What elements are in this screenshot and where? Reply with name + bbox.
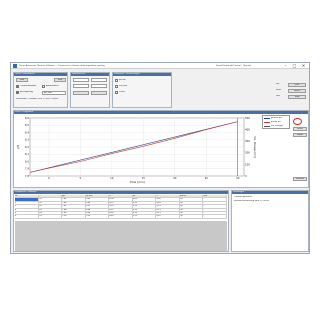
y-tick-label: 7,9 <box>25 167 29 171</box>
y-tick-label: 8,0 <box>25 159 29 163</box>
tr-label-2: Mess <box>276 89 282 91</box>
y-tick-label: 8,1 <box>25 152 29 156</box>
table-cell: 2,5 <box>38 215 63 219</box>
dosing-panel: Dosiereinheit <box>70 72 110 108</box>
ph-control-label: pH Regelung <box>20 91 33 93</box>
minimize-button[interactable]: – <box>281 63 290 69</box>
y-tick-label: 8,4 <box>25 130 29 134</box>
table-empty-area <box>15 221 227 251</box>
y-tick-label: 7,8 <box>25 174 29 178</box>
legend-volume-label: Vol. Dosage <box>271 125 283 127</box>
table-cell: 6 <box>15 215 39 219</box>
table-cell: - <box>203 215 227 219</box>
titration-mode-label: Titrationsmodus <box>20 85 37 87</box>
legend-swatch-setpoint <box>264 118 270 119</box>
x-tick-label: 0 <box>48 176 50 180</box>
start-button[interactable]: Start <box>16 78 28 82</box>
device-panel-title: Gerät / Schnittstelle <box>14 73 67 76</box>
titration-mode-checkbox[interactable] <box>16 85 19 88</box>
x-tick-label: 25 <box>205 176 209 180</box>
device-panel: Gerät / Schnittstelle Start Stop Titrati… <box>13 72 68 108</box>
top-right-controls: Sat Start Mess Pause Dos Stop <box>276 83 308 109</box>
highlight-circle <box>293 118 302 125</box>
y-tick-label: 8,2 <box>25 145 29 149</box>
export-button[interactable]: Export <box>293 133 307 137</box>
app-title: SmartTitrator pH Control - Titrando <box>216 65 252 67</box>
tr-pause-button[interactable]: Pause <box>288 89 306 93</box>
stop-button[interactable]: Stop <box>54 78 66 82</box>
close-button[interactable]: ✕ <box>299 63 308 69</box>
param-label-2: Vol max <box>119 85 127 87</box>
y2-tick-label: 200 <box>245 151 250 155</box>
y2-tick-label: 500 <box>245 116 250 120</box>
chart-legend: gewollt pH actual pH Vol. Dosage <box>262 115 290 129</box>
param-check-1[interactable] <box>115 79 118 82</box>
table-cell: 0,12 <box>132 215 157 219</box>
title-bar: Titrino Automatic Titration Software — C… <box>11 63 309 69</box>
connection-status: Verbunden: Titrando / 905 (COM3) - Berei… <box>16 98 59 100</box>
legend-actual-label: actual pH <box>271 121 281 123</box>
dosing-button-1[interactable] <box>73 91 89 95</box>
mode-dropdown[interactable]: pH_stat <box>42 91 66 95</box>
x-tick-label: 20 <box>173 176 177 180</box>
y2-axis-label: Vol. Dosage [ml] <box>253 136 257 157</box>
messages-panel: Meldungen Titration gestartet Messwert-E… <box>231 190 309 252</box>
dosing-button-2[interactable] <box>91 91 107 95</box>
data-table-panel: Messwerte / Protokoll Nr t pH pH soll VdV T St… <box>13 190 229 252</box>
data-table: Nr t pH pH soll VdV T Status Info 1 0,0 7,85 7,85 0,… <box>15 195 227 219</box>
automatic-checkbox[interactable] <box>42 85 45 88</box>
table-cell: 0,62 <box>109 215 133 219</box>
param-check-3[interactable] <box>115 91 118 94</box>
dosing-field-2[interactable] <box>91 78 107 82</box>
y-axis-label: pH <box>16 145 20 149</box>
table-cell: OK <box>179 215 204 219</box>
automatic-label: Automatisch <box>46 85 59 87</box>
tr-label-1: Sat <box>276 83 280 85</box>
message-line-1: Titration gestartet <box>234 196 253 198</box>
table-cell: 7,90 <box>85 215 110 219</box>
x-axis-label: Time [min] <box>128 180 144 184</box>
tr-stop-button[interactable]: Stop <box>288 95 306 99</box>
y2-tick-label: 300 <box>245 139 250 143</box>
reset-button[interactable]: Reset <box>293 127 307 131</box>
application-window: Titrino Automatic Titration Software — C… <box>10 62 310 254</box>
x-tick-label: 30 <box>236 176 240 180</box>
dosing-field-4[interactable] <box>91 84 107 88</box>
y2-tick-label: 0 <box>245 174 247 178</box>
y-tick-label: 8,3 <box>25 138 29 142</box>
data-table-title: Messwerte / Protokoll <box>14 191 228 194</box>
dosing-field-1[interactable] <box>73 78 89 82</box>
app-icon <box>13 64 17 68</box>
message-line-2: Messwert-Erfassung läuft 11:05:43 <box>234 200 269 202</box>
ph-control-checkbox[interactable] <box>16 91 19 94</box>
x-tick-label: 5 <box>80 176 82 180</box>
window-title: Titrino Automatic Titration Software — C… <box>19 65 105 67</box>
dosing-panel-title: Dosiereinheit <box>71 73 109 76</box>
x-tick-label: 10 <box>110 176 114 180</box>
plot-panel: Kurve / Diagramm 0 5 10 15 20 25 30 7,8 7,9 8,0 8,… <box>13 110 309 188</box>
table-cell: 25,2 <box>156 215 180 219</box>
y-tick-label: 8,5 <box>25 123 29 127</box>
tr-label-3: Dos <box>276 95 280 97</box>
table-cell: 7,90 <box>62 215 86 219</box>
param-label-3: t max <box>119 91 125 93</box>
maximize-button[interactable]: □ <box>290 63 299 69</box>
legend-swatch-actual <box>264 122 270 123</box>
param-label-1: pH soll <box>119 79 126 81</box>
legend-setpoint-label: gewollt pH <box>271 117 282 119</box>
parameters-panel: Parameter / Einstellungen pH soll Vol ma… <box>112 72 172 108</box>
y2-tick-label: 400 <box>245 128 250 132</box>
y2-tick-label: 100 <box>245 162 250 166</box>
messages-title: Meldungen <box>232 191 308 194</box>
tr-start-button[interactable]: Start <box>288 83 306 87</box>
dosing-field-3[interactable] <box>73 84 89 88</box>
legend-swatch-volume <box>264 126 270 127</box>
y-tick-label: 8,6 <box>25 116 29 120</box>
parameters-panel-title: Parameter / Einstellungen <box>113 73 171 76</box>
param-check-2[interactable] <box>115 85 118 88</box>
print-button[interactable]: Drucken <box>293 177 307 181</box>
